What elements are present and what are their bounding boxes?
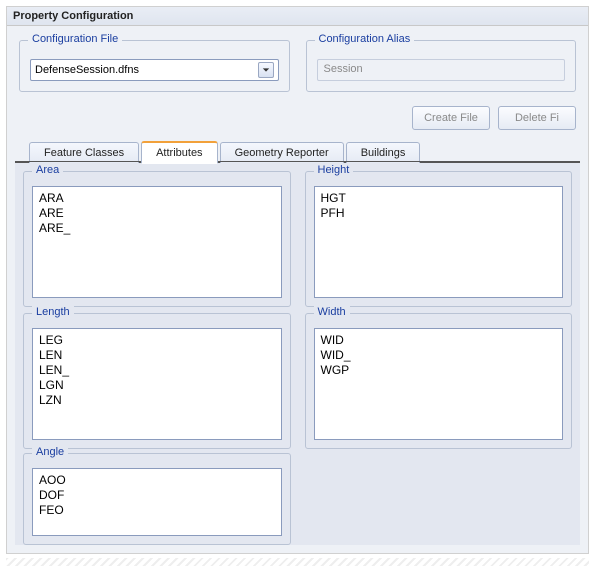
create-file-button[interactable]: Create File	[412, 106, 490, 130]
configuration-alias-field[interactable]: Session	[317, 59, 566, 81]
configuration-file-label: Configuration File	[28, 33, 122, 45]
area-group: Area ARAAREARE_	[23, 171, 291, 307]
delete-file-button[interactable]: Delete Fi	[498, 106, 576, 130]
area-label: Area	[32, 164, 63, 176]
tab-strip: Feature Classes Attributes Geometry Repo…	[15, 138, 580, 162]
list-item[interactable]: DOF	[39, 488, 275, 503]
file-button-row: Create File Delete Fi	[15, 102, 580, 138]
list-item[interactable]: LZN	[39, 393, 275, 408]
height-label: Height	[314, 164, 354, 176]
height-listbox[interactable]: HGTPFH	[314, 186, 564, 298]
property-configuration-panel: Property Configuration Configuration Fil…	[6, 6, 589, 554]
panel-title: Property Configuration	[7, 7, 588, 26]
list-item[interactable]: ARA	[39, 191, 275, 206]
list-item[interactable]: PFH	[321, 206, 557, 221]
configuration-file-combo[interactable]: DefenseSession.dfns	[30, 59, 279, 81]
configuration-file-value: DefenseSession.dfns	[35, 64, 139, 76]
tab-content-attributes: Area ARAAREARE_ Height HGTPFH Length LEG…	[15, 162, 580, 545]
configuration-alias-group: Configuration Alias Session	[306, 40, 577, 92]
tab-geometry-reporter[interactable]: Geometry Reporter	[220, 142, 344, 163]
angle-group: Angle AOODOFFEO	[23, 453, 291, 545]
list-item[interactable]: LEN	[39, 348, 275, 363]
length-label: Length	[32, 306, 74, 318]
list-item[interactable]: LGN	[39, 378, 275, 393]
width-label: Width	[314, 306, 350, 318]
decorative-shadow	[6, 558, 589, 566]
tab-feature-classes[interactable]: Feature Classes	[29, 142, 139, 163]
list-item[interactable]: WID_	[321, 348, 557, 363]
configuration-alias-label: Configuration Alias	[315, 33, 415, 45]
panel-body: Configuration File DefenseSession.dfns C…	[7, 26, 588, 553]
height-group: Height HGTPFH	[305, 171, 573, 307]
angle-label: Angle	[32, 446, 68, 458]
list-item[interactable]: HGT	[321, 191, 557, 206]
configuration-file-group: Configuration File DefenseSession.dfns	[19, 40, 290, 92]
length-listbox[interactable]: LEGLENLEN_LGNLZN	[32, 328, 282, 440]
width-group: Width WIDWID_WGP	[305, 313, 573, 449]
list-item[interactable]: ARE_	[39, 221, 275, 236]
length-group: Length LEGLENLEN_LGNLZN	[23, 313, 291, 449]
tab-buildings[interactable]: Buildings	[346, 142, 421, 163]
chevron-down-icon[interactable]	[258, 62, 274, 78]
list-item[interactable]: AOO	[39, 473, 275, 488]
tab-attributes[interactable]: Attributes	[141, 141, 217, 163]
area-listbox[interactable]: ARAAREARE_	[32, 186, 282, 298]
angle-listbox[interactable]: AOODOFFEO	[32, 468, 282, 536]
list-item[interactable]: LEN_	[39, 363, 275, 378]
list-item[interactable]: WID	[321, 333, 557, 348]
list-item[interactable]: ARE	[39, 206, 275, 221]
width-listbox[interactable]: WIDWID_WGP	[314, 328, 564, 440]
tab-attributes-label: Attributes	[156, 147, 202, 159]
list-item[interactable]: FEO	[39, 503, 275, 518]
list-item[interactable]: LEG	[39, 333, 275, 348]
list-item[interactable]: WGP	[321, 363, 557, 378]
